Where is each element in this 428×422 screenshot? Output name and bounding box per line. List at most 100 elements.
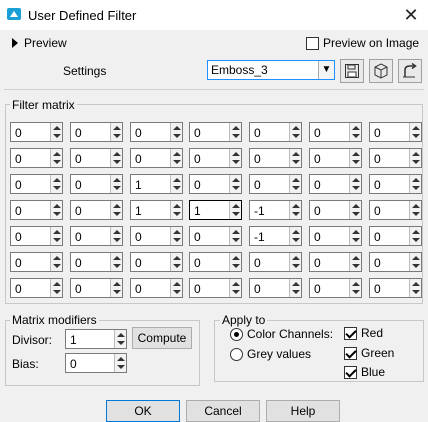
spin-arrows-icon[interactable]: [50, 175, 62, 193]
spin-arrows-icon[interactable]: [110, 149, 122, 167]
spin-arrows-icon[interactable]: [229, 227, 241, 245]
color-channels-radio[interactable]: Color Channels:: [230, 327, 333, 341]
spin-arrows-icon[interactable]: [110, 201, 122, 219]
matrix-cell-r6-c3[interactable]: 0: [130, 252, 183, 272]
preview-toggle[interactable]: Preview: [12, 36, 67, 50]
spin-arrows-icon[interactable]: [349, 253, 361, 271]
blue-checkbox[interactable]: Blue: [344, 365, 385, 379]
spin-arrows-icon[interactable]: [170, 201, 182, 219]
spin-arrows-icon[interactable]: [349, 123, 361, 141]
spin-arrows-icon[interactable]: [50, 279, 62, 297]
matrix-cell-r5-c5[interactable]: -1: [249, 226, 302, 246]
matrix-cell-r5-c7[interactable]: 0: [369, 226, 422, 246]
help-button[interactable]: Help: [266, 400, 340, 422]
spin-arrows-icon[interactable]: [289, 123, 301, 141]
matrix-cell-r7-c2[interactable]: 0: [70, 278, 123, 298]
spin-arrows-icon[interactable]: [289, 253, 301, 271]
spin-arrows-icon[interactable]: [229, 123, 241, 141]
spin-arrows-icon[interactable]: [349, 175, 361, 193]
spin-arrows-icon[interactable]: [50, 201, 62, 219]
spin-arrows-icon[interactable]: [170, 123, 182, 141]
matrix-cell-r5-c1[interactable]: 0: [10, 226, 63, 246]
spin-arrows-icon[interactable]: [289, 201, 301, 219]
matrix-cell-r2-c4[interactable]: 0: [189, 148, 242, 168]
red-check-box[interactable]: [344, 326, 357, 340]
spin-arrows-icon[interactable]: [229, 201, 241, 219]
settings-dropdown[interactable]: Emboss_3 ▼: [207, 60, 335, 80]
matrix-cell-r3-c4[interactable]: 0: [189, 174, 242, 194]
matrix-cell-r1-c3[interactable]: 0: [130, 122, 183, 142]
spin-arrows-icon[interactable]: [110, 175, 122, 193]
chevron-down-icon[interactable]: ▼: [318, 61, 334, 79]
spin-arrows-icon[interactable]: [229, 149, 241, 167]
matrix-cell-r7-c7[interactable]: 0: [369, 278, 422, 298]
green-checkbox[interactable]: Green: [344, 346, 394, 360]
color-channels-radio-dot[interactable]: [230, 327, 243, 341]
spin-arrows-icon[interactable]: [50, 123, 62, 141]
spin-arrows-icon[interactable]: [50, 149, 62, 167]
matrix-cell-r3-c3[interactable]: 1: [130, 174, 183, 194]
spin-arrows-icon[interactable]: [409, 123, 421, 141]
matrix-cell-r7-c4[interactable]: 0: [189, 278, 242, 298]
matrix-cell-r7-c6[interactable]: 0: [309, 278, 362, 298]
spin-arrows-icon[interactable]: [110, 279, 122, 297]
spin-arrows-icon[interactable]: [170, 227, 182, 245]
matrix-cell-r7-c5[interactable]: 0: [249, 278, 302, 298]
matrix-cell-r2-c3[interactable]: 0: [130, 148, 183, 168]
matrix-cell-r5-c6[interactable]: 0: [309, 226, 362, 246]
matrix-cell-r2-c7[interactable]: 0: [369, 148, 422, 168]
cancel-button[interactable]: Cancel: [186, 400, 260, 422]
matrix-cell-r3-c5[interactable]: 0: [249, 174, 302, 194]
matrix-cell-r1-c2[interactable]: 0: [70, 122, 123, 142]
matrix-cell-r2-c5[interactable]: 0: [249, 148, 302, 168]
spin-arrows-icon[interactable]: [409, 175, 421, 193]
spin-arrows-icon[interactable]: [289, 175, 301, 193]
matrix-cell-r1-c6[interactable]: 0: [309, 122, 362, 142]
matrix-cell-r2-c1[interactable]: 0: [10, 148, 63, 168]
matrix-cell-r1-c5[interactable]: 0: [249, 122, 302, 142]
spin-arrows-icon[interactable]: [349, 149, 361, 167]
spin-arrows-icon[interactable]: [170, 253, 182, 271]
spin-arrows-icon[interactable]: [229, 175, 241, 193]
blue-check-box[interactable]: [344, 365, 357, 379]
spin-arrows-icon[interactable]: [170, 279, 182, 297]
red-checkbox[interactable]: Red: [344, 326, 383, 340]
spin-arrows-icon[interactable]: [229, 279, 241, 297]
spin-arrows-icon[interactable]: [289, 227, 301, 245]
preview-on-image-checkbox[interactable]: Preview on Image: [306, 36, 419, 50]
compute-button[interactable]: Compute: [132, 327, 192, 349]
spin-arrows-icon[interactable]: [289, 279, 301, 297]
matrix-cell-r7-c1[interactable]: 0: [10, 278, 63, 298]
green-check-box[interactable]: [344, 346, 357, 360]
matrix-cell-r3-c7[interactable]: 0: [369, 174, 422, 194]
matrix-cell-r7-c3[interactable]: 0: [130, 278, 183, 298]
spin-arrows-icon[interactable]: [409, 149, 421, 167]
matrix-cell-r4-c6[interactable]: 0: [309, 200, 362, 220]
preview-on-image-box[interactable]: [306, 36, 319, 50]
load-preset-button[interactable]: [369, 59, 393, 83]
spin-arrows-icon[interactable]: [50, 227, 62, 245]
spin-arrows-icon[interactable]: [409, 227, 421, 245]
spin-arrows-icon[interactable]: [229, 253, 241, 271]
spin-arrows-icon[interactable]: [409, 201, 421, 219]
matrix-cell-r4-c7[interactable]: 0: [369, 200, 422, 220]
matrix-cell-r4-c1[interactable]: 0: [10, 200, 63, 220]
spin-arrows-icon[interactable]: [349, 279, 361, 297]
spin-arrows-icon[interactable]: [110, 123, 122, 141]
spin-arrows-icon[interactable]: [110, 253, 122, 271]
reset-button[interactable]: [398, 59, 422, 83]
matrix-cell-r5-c4[interactable]: 0: [189, 226, 242, 246]
matrix-cell-r6-c5[interactable]: 0: [249, 252, 302, 272]
spin-arrows-icon[interactable]: [170, 149, 182, 167]
bias-spinbox[interactable]: 0: [65, 353, 127, 373]
spin-arrows-icon[interactable]: [349, 227, 361, 245]
matrix-cell-r6-c7[interactable]: 0: [369, 252, 422, 272]
matrix-cell-r4-c5[interactable]: -1: [249, 200, 302, 220]
spin-arrows-icon[interactable]: [349, 201, 361, 219]
matrix-cell-r6-c2[interactable]: 0: [70, 252, 123, 272]
close-button[interactable]: ✕: [398, 2, 424, 28]
spin-arrows-icon[interactable]: [50, 253, 62, 271]
matrix-cell-r3-c1[interactable]: 0: [10, 174, 63, 194]
matrix-cell-r6-c1[interactable]: 0: [10, 252, 63, 272]
spin-arrows-icon[interactable]: [289, 149, 301, 167]
